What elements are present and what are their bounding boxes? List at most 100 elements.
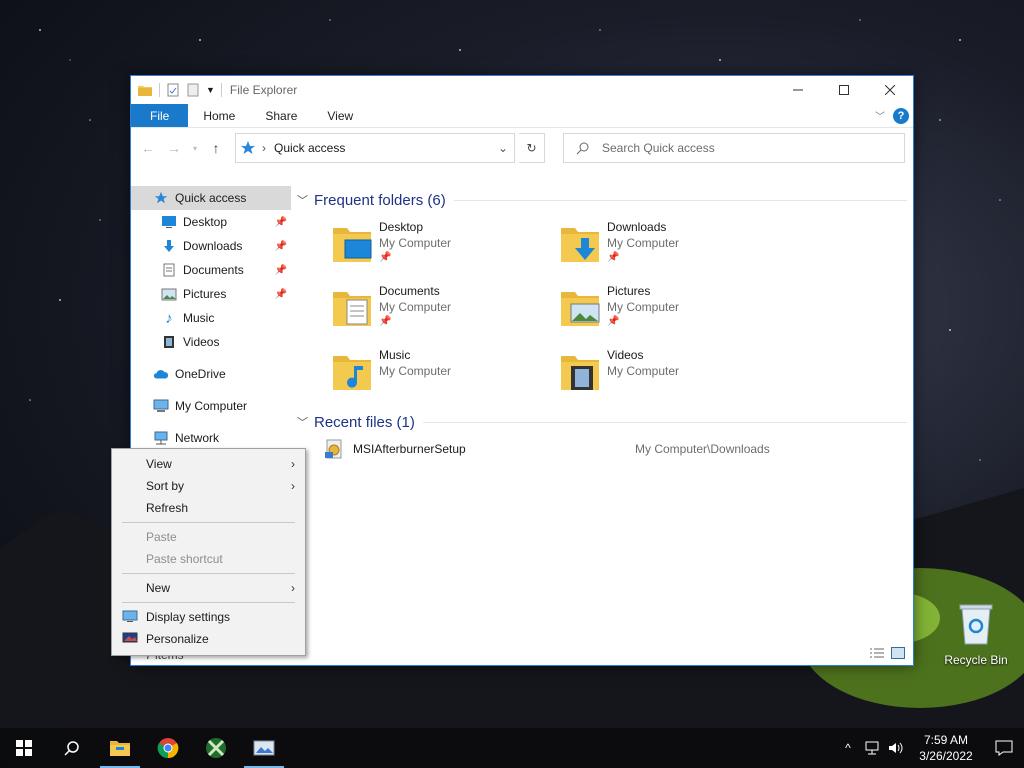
properties-icon[interactable] <box>166 83 180 97</box>
tab-file[interactable]: File <box>131 104 189 127</box>
new-folder-icon[interactable] <box>186 83 200 97</box>
menu-item-view[interactable]: View › <box>112 453 305 475</box>
taskbar-app-installer[interactable] <box>240 728 288 768</box>
taskbar-chrome[interactable] <box>144 728 192 768</box>
search-icon <box>576 142 589 155</box>
qat-separator <box>159 83 160 97</box>
submenu-arrow-icon: › <box>291 479 295 493</box>
system-tray: ^ 7:59 AM 3/26/2022 <box>836 728 1024 768</box>
nav-videos[interactable]: Videos <box>131 330 291 354</box>
menu-item-new[interactable]: New › <box>112 577 305 599</box>
nav-quick-access[interactable]: Quick access <box>131 186 291 210</box>
pin-icon: 📌 <box>607 316 620 327</box>
frequent-folders-header[interactable]: ﹀ Frequent folders (6) <box>297 186 913 214</box>
close-button[interactable] <box>867 76 913 104</box>
folder-tile-pictures[interactable]: Pictures My Computer 📌 <box>559 282 787 338</box>
menu-label: Refresh <box>146 501 189 515</box>
close-icon <box>885 85 895 95</box>
quick-access-toolbar: ▼ <box>137 82 222 98</box>
show-hidden-icons-button[interactable]: ^ <box>836 741 860 755</box>
nav-documents[interactable]: Documents 📌 <box>131 258 291 282</box>
search-icon <box>64 741 79 756</box>
menu-separator <box>122 522 295 523</box>
nav-onedrive[interactable]: OneDrive <box>131 362 291 386</box>
address-bar[interactable]: › Quick access ⌄ <box>235 133 515 163</box>
recent-file-name: MSIAfterburnerSetup <box>353 442 466 456</box>
menu-item-paste[interactable]: Paste <box>112 526 305 548</box>
network-icon <box>153 430 169 446</box>
tab-view[interactable]: View <box>312 104 368 127</box>
video-icon <box>161 334 177 350</box>
taskbar-file-explorer[interactable] <box>96 728 144 768</box>
recent-file-row[interactable]: MSIAfterburnerSetup My Computer\Download… <box>297 436 913 462</box>
tile-name: Downloads <box>607 220 667 234</box>
action-center-button[interactable] <box>984 740 1024 756</box>
recent-files-header[interactable]: ﹀ Recent files (1) <box>297 408 913 436</box>
volume-tray-button[interactable] <box>884 741 908 755</box>
nav-desktop[interactable]: Desktop 📌 <box>131 210 291 234</box>
nav-pictures[interactable]: Pictures 📌 <box>131 282 291 306</box>
menu-separator <box>122 573 295 574</box>
taskbar: ^ 7:59 AM 3/26/2022 <box>0 728 1024 768</box>
clock[interactable]: 7:59 AM 3/26/2022 <box>908 732 984 764</box>
download-icon <box>161 238 177 254</box>
large-icons-view-icon[interactable] <box>891 647 905 659</box>
pictures-folder-icon <box>561 292 600 326</box>
expand-ribbon-icon[interactable]: ﹀ <box>875 108 885 123</box>
back-button[interactable]: ← <box>137 137 159 159</box>
menu-item-paste-shortcut[interactable]: Paste shortcut <box>112 548 305 570</box>
pin-icon[interactable]: 📌 <box>275 289 287 300</box>
taskbar-app-xbox[interactable] <box>192 728 240 768</box>
folder-tile-documents[interactable]: Documents My Computer 📌 <box>331 282 559 338</box>
pin-icon[interactable]: 📌 <box>275 241 287 252</box>
nav-downloads[interactable]: Downloads 📌 <box>131 234 291 258</box>
nav-music[interactable]: ♪ Music <box>131 306 291 330</box>
address-dropdown-icon[interactable]: ⌄ <box>492 141 514 155</box>
refresh-button[interactable]: ↻ <box>519 133 545 163</box>
recent-locations-button[interactable]: ▾ <box>189 137 201 159</box>
folder-tile-music[interactable]: Music My Computer <box>331 346 559 402</box>
menu-item-sort-by[interactable]: Sort by › <box>112 475 305 497</box>
customize-qat-icon[interactable]: ▼ <box>206 85 215 95</box>
breadcrumb-quick-access[interactable]: Quick access <box>274 141 345 155</box>
windows-logo-icon <box>16 740 32 756</box>
group-divider <box>453 199 907 201</box>
recycle-bin-shortcut[interactable]: Recycle Bin <box>938 600 1014 667</box>
search-input[interactable]: Search Quick access <box>563 133 905 163</box>
tile-text: Pictures My Computer 📌 <box>607 282 679 338</box>
start-button[interactable] <box>0 728 48 768</box>
search-button[interactable] <box>48 728 96 768</box>
menu-item-refresh[interactable]: Refresh <box>112 497 305 519</box>
nav-label: Documents <box>183 263 244 277</box>
menu-label: New <box>146 581 171 595</box>
notification-icon <box>995 740 1013 756</box>
help-icon[interactable]: ? <box>893 107 909 124</box>
minimize-button[interactable] <box>775 76 821 104</box>
xbox-icon <box>206 738 226 758</box>
tile-location: My Computer <box>379 364 452 378</box>
desktop-folder-icon <box>333 228 372 262</box>
network-tray-button[interactable] <box>860 741 884 755</box>
menu-label: Paste <box>146 530 177 544</box>
pin-icon[interactable]: 📌 <box>275 217 287 228</box>
maximize-button[interactable] <box>821 76 867 104</box>
details-view-icon[interactable] <box>869 647 885 659</box>
up-button[interactable]: ↑ <box>205 137 227 159</box>
nav-my-computer[interactable]: My Computer <box>131 394 291 418</box>
minimize-icon <box>793 89 803 91</box>
menu-label: Personalize <box>146 632 209 646</box>
menu-item-display-settings[interactable]: Display settings <box>112 606 305 628</box>
menu-item-personalize[interactable]: Personalize <box>112 628 305 650</box>
pin-icon[interactable]: 📌 <box>275 265 287 276</box>
nav-network[interactable]: Network <box>131 426 291 450</box>
pin-icon: 📌 <box>379 252 392 263</box>
qat-separator-2 <box>220 83 222 97</box>
forward-button[interactable]: → <box>163 137 185 159</box>
folder-tile-desktop[interactable]: Desktop My Computer 📌 <box>331 218 559 274</box>
tile-location: My Computer <box>607 364 680 378</box>
tab-share[interactable]: Share <box>250 104 312 127</box>
cloud-icon <box>153 366 169 382</box>
folder-tile-videos[interactable]: Videos My Computer <box>559 346 787 402</box>
folder-tile-downloads[interactable]: Downloads My Computer 📌 <box>559 218 787 274</box>
tab-home[interactable]: Home <box>188 104 250 127</box>
